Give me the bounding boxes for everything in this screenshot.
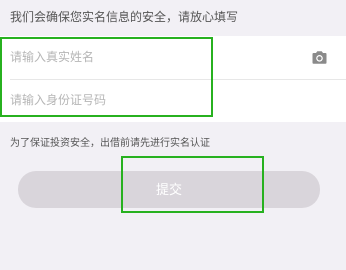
verification-hint: 为了保证投资安全，出借前请先进行实名认证	[10, 138, 210, 149]
security-notice: 我们会确保您实名信息的安全，请放心填写	[10, 10, 239, 24]
camera-icon[interactable]	[311, 50, 328, 65]
id-number-field	[0, 79, 346, 122]
real-name-field	[0, 36, 346, 80]
id-number-input[interactable]	[10, 89, 290, 111]
identity-form	[0, 36, 346, 122]
real-name-input[interactable]	[10, 46, 290, 68]
submit-button[interactable]: 提交	[18, 171, 320, 208]
